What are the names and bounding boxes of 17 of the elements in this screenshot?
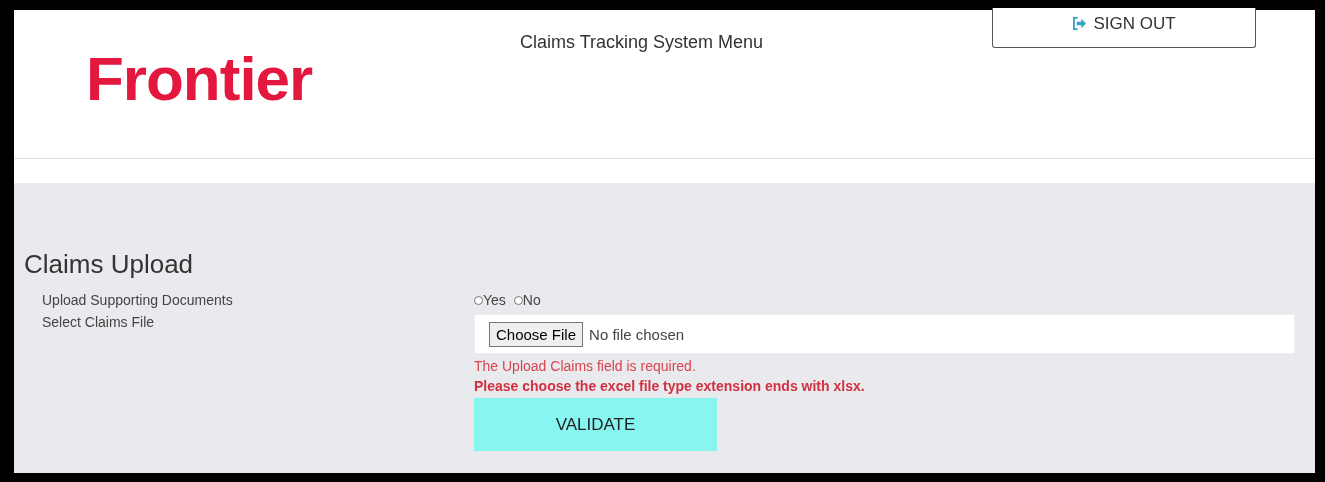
radio-label: Yes [483, 292, 506, 308]
choose-file-button[interactable]: Choose File [489, 321, 584, 347]
error-message: The Upload Claims field is required. [474, 358, 697, 374]
page-title: Claims Tracking System Menu [520, 32, 764, 53]
radio-button[interactable] [474, 295, 483, 305]
sign-out-icon [1072, 17, 1088, 30]
radio-label: No [522, 292, 541, 308]
field-label: Upload Supporting Documents [41, 292, 234, 308]
file-status: No file chosen [589, 325, 685, 343]
file-input-field[interactable]: Choose File No file chosen [474, 314, 1295, 354]
sign-out-button[interactable]: SIGN OUT [992, 8, 1256, 48]
validate-button[interactable]: VALIDATE [474, 398, 717, 451]
error-message: Please choose the excel file type extension ends with xlsx. [474, 378, 866, 394]
field-label: Select Claims File [41, 314, 156, 332]
section-title: Claims Upload [24, 249, 195, 280]
logo: Frontier [86, 43, 314, 114]
radio-button[interactable] [513, 295, 523, 305]
